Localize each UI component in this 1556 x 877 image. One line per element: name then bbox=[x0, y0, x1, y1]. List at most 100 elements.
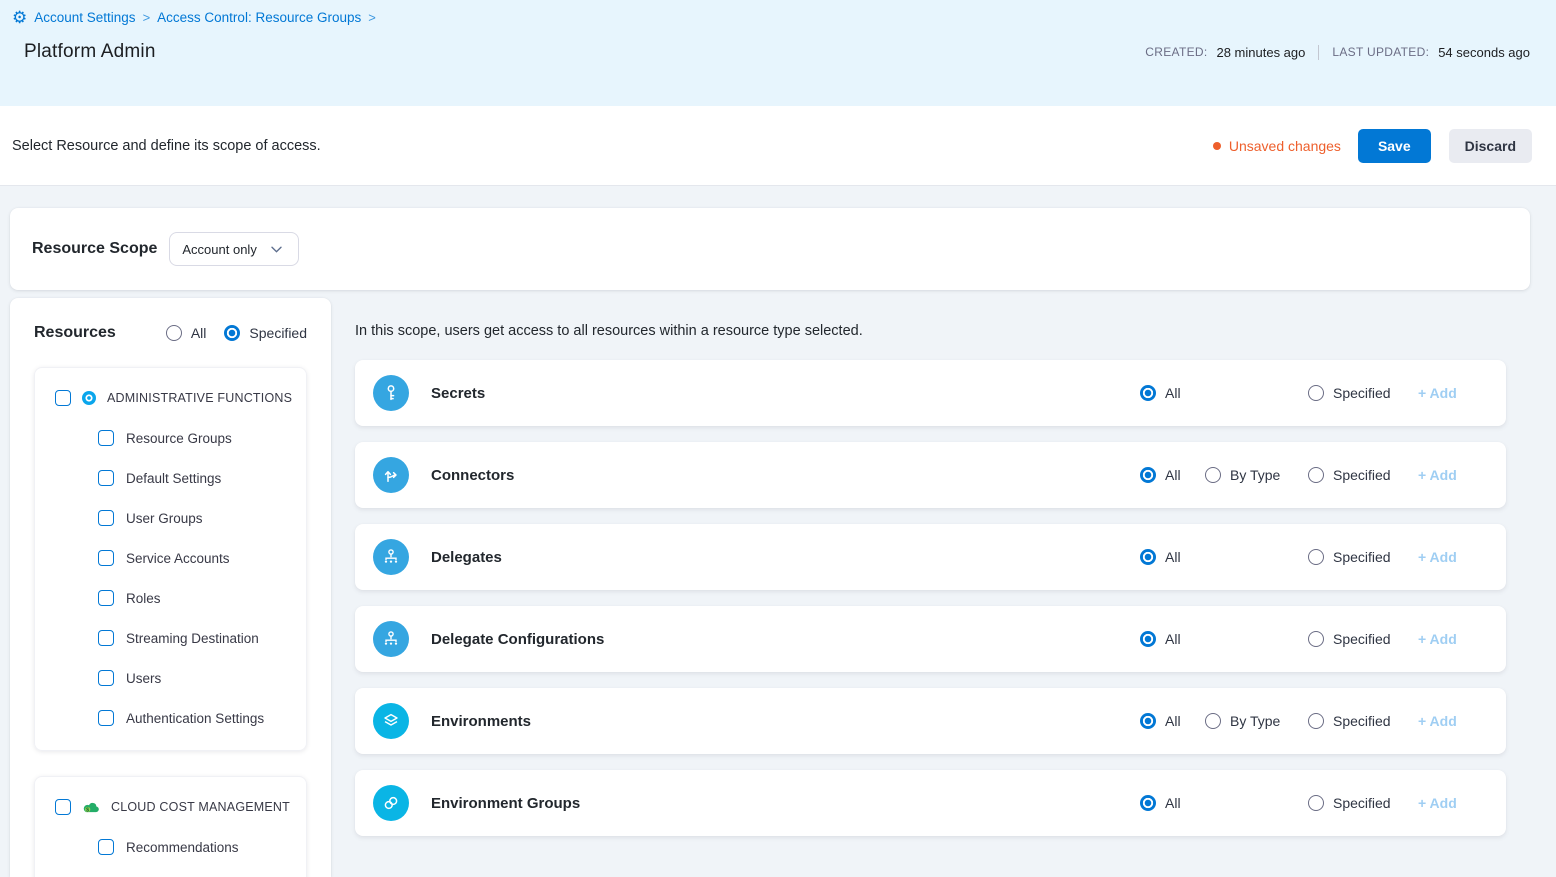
resource-type-item: Roles bbox=[35, 578, 306, 618]
add-link[interactable]: + Add bbox=[1418, 549, 1466, 565]
option-label: All bbox=[1165, 385, 1181, 401]
item-checkbox[interactable] bbox=[98, 510, 114, 526]
discard-button[interactable]: Discard bbox=[1449, 129, 1532, 163]
add-link[interactable]: + Add bbox=[1418, 631, 1466, 647]
resource-name: Delegates bbox=[431, 549, 502, 566]
resources-title: Resources bbox=[34, 324, 116, 342]
radio-selected-icon[interactable] bbox=[224, 325, 240, 341]
item-label: Streaming Destination bbox=[126, 631, 259, 646]
option-specified[interactable]: Specified bbox=[1308, 467, 1418, 483]
item-checkbox[interactable] bbox=[98, 430, 114, 446]
page-header: ⚙ Account Settings > Access Control: Res… bbox=[0, 0, 1556, 106]
radio-unselected-icon[interactable] bbox=[1308, 467, 1324, 483]
breadcrumb-account-settings[interactable]: Account Settings bbox=[34, 10, 135, 25]
item-checkbox[interactable] bbox=[98, 839, 114, 855]
item-label: Default Settings bbox=[126, 471, 221, 486]
radio-selected-icon[interactable] bbox=[1140, 713, 1156, 729]
option-label: Specified bbox=[1333, 467, 1391, 483]
group-checkbox[interactable] bbox=[55, 799, 71, 815]
resource-type-item: Users bbox=[35, 658, 306, 698]
group-label: ADMINISTRATIVE FUNCTIONS bbox=[107, 391, 292, 405]
radio-unselected-icon[interactable] bbox=[1205, 467, 1221, 483]
radio-selected-icon[interactable] bbox=[1140, 385, 1156, 401]
radio-selected-icon[interactable] bbox=[1140, 467, 1156, 483]
created-label: CREATED: bbox=[1145, 45, 1207, 59]
environment-group-icon bbox=[373, 785, 409, 821]
resource-type-item: Recommendations bbox=[35, 827, 306, 867]
delegate-icon bbox=[373, 539, 409, 575]
last-updated-value: 54 seconds ago bbox=[1438, 45, 1530, 60]
option-label: Specified bbox=[1333, 549, 1391, 565]
option-label: Specified bbox=[1333, 795, 1391, 811]
radio-unselected-icon[interactable] bbox=[1308, 631, 1324, 647]
option-label: All bbox=[1165, 713, 1181, 729]
resource-row: EnvironmentsAllBy TypeSpecified+ Add bbox=[355, 688, 1506, 754]
radio-unselected-icon[interactable] bbox=[1308, 795, 1324, 811]
item-checkbox[interactable] bbox=[98, 630, 114, 646]
item-checkbox[interactable] bbox=[98, 590, 114, 606]
radio-selected-icon[interactable] bbox=[1140, 795, 1156, 811]
option-all[interactable]: All bbox=[1140, 631, 1205, 647]
resource-type-item: Anomalies bbox=[35, 867, 306, 877]
radio-unselected-icon[interactable] bbox=[1308, 385, 1324, 401]
resources-mode-specified[interactable]: Specified bbox=[224, 325, 307, 341]
body-row: Resources All Specified ADMINISTRATIVE FU… bbox=[10, 298, 1530, 877]
resource-row: Delegate ConfigurationsAllSpecified+ Add bbox=[355, 606, 1506, 672]
group-checkbox[interactable] bbox=[55, 390, 71, 406]
item-checkbox[interactable] bbox=[98, 710, 114, 726]
row-options: All By TypeSpecified+ Add bbox=[1140, 713, 1466, 729]
radio-selected-icon[interactable] bbox=[1140, 631, 1156, 647]
add-link[interactable]: + Add bbox=[1418, 385, 1466, 401]
option-specified[interactable]: Specified bbox=[1308, 713, 1418, 729]
row-options: All By Type Specified + Add bbox=[1140, 467, 1466, 483]
option-label: By Type bbox=[1230, 467, 1280, 483]
option-all[interactable]: All bbox=[1140, 467, 1205, 483]
option-specified[interactable]: Specified bbox=[1308, 795, 1418, 811]
radio-unselected-icon[interactable] bbox=[1308, 713, 1324, 729]
option-all[interactable]: All bbox=[1140, 385, 1205, 401]
resources-mode-options: All Specified bbox=[166, 325, 307, 341]
option-label: All bbox=[1165, 631, 1181, 647]
resource-type-item: Authentication Settings bbox=[35, 698, 306, 738]
resource-scope-select[interactable]: Account only bbox=[169, 232, 299, 266]
add-link[interactable]: + Add bbox=[1418, 795, 1466, 811]
resource-name: Environment Groups bbox=[431, 795, 580, 812]
resource-group-card: $CLOUD COST MANAGEMENTRecommendationsAno… bbox=[34, 776, 307, 877]
resource-row: Delegates All Specified + Add bbox=[355, 524, 1506, 590]
item-checkbox[interactable] bbox=[98, 550, 114, 566]
resources-mode-all[interactable]: All bbox=[166, 325, 207, 341]
option-specified[interactable]: Specified bbox=[1308, 631, 1418, 647]
resource-row: ConnectorsAllBy TypeSpecified+ Add bbox=[355, 442, 1506, 508]
resource-row: Environment Groups All Specified + Add bbox=[355, 770, 1506, 836]
toolbar-actions: Unsaved changes Save Discard bbox=[1213, 129, 1532, 163]
item-checkbox[interactable] bbox=[98, 470, 114, 486]
breadcrumb-resource-groups[interactable]: Access Control: Resource Groups bbox=[157, 10, 361, 25]
item-label: Resource Groups bbox=[126, 431, 232, 446]
option-by-type[interactable]: By Type bbox=[1205, 467, 1308, 483]
resources-header: Resources All Specified bbox=[34, 324, 307, 342]
option-all[interactable]: All bbox=[1140, 795, 1205, 811]
add-link[interactable]: + Add bbox=[1418, 713, 1466, 729]
item-label: User Groups bbox=[126, 511, 203, 526]
unsaved-changes-indicator: Unsaved changes bbox=[1213, 138, 1341, 154]
option-label: All bbox=[1165, 467, 1181, 483]
radio-unselected-icon[interactable] bbox=[166, 325, 182, 341]
radio-selected-icon[interactable] bbox=[1140, 549, 1156, 565]
toolbar: Select Resource and define its scope of … bbox=[0, 106, 1556, 186]
resource-group-header: $CLOUD COST MANAGEMENT bbox=[35, 787, 306, 827]
option-all[interactable]: All bbox=[1140, 549, 1205, 565]
radio-unselected-icon[interactable] bbox=[1308, 549, 1324, 565]
item-label: Authentication Settings bbox=[126, 711, 264, 726]
option-label: All bbox=[1165, 549, 1181, 565]
item-checkbox[interactable] bbox=[98, 670, 114, 686]
add-link[interactable]: + Add bbox=[1418, 467, 1466, 483]
created-value: 28 minutes ago bbox=[1216, 45, 1305, 60]
meta-divider bbox=[1318, 45, 1319, 60]
option-specified[interactable]: Specified bbox=[1308, 549, 1418, 565]
radio-unselected-icon[interactable] bbox=[1205, 713, 1221, 729]
option-all[interactable]: All bbox=[1140, 713, 1205, 729]
connector-icon bbox=[373, 457, 409, 493]
option-by-type[interactable]: By Type bbox=[1205, 713, 1308, 729]
option-specified[interactable]: Specified bbox=[1308, 385, 1418, 401]
save-button[interactable]: Save bbox=[1358, 129, 1431, 163]
